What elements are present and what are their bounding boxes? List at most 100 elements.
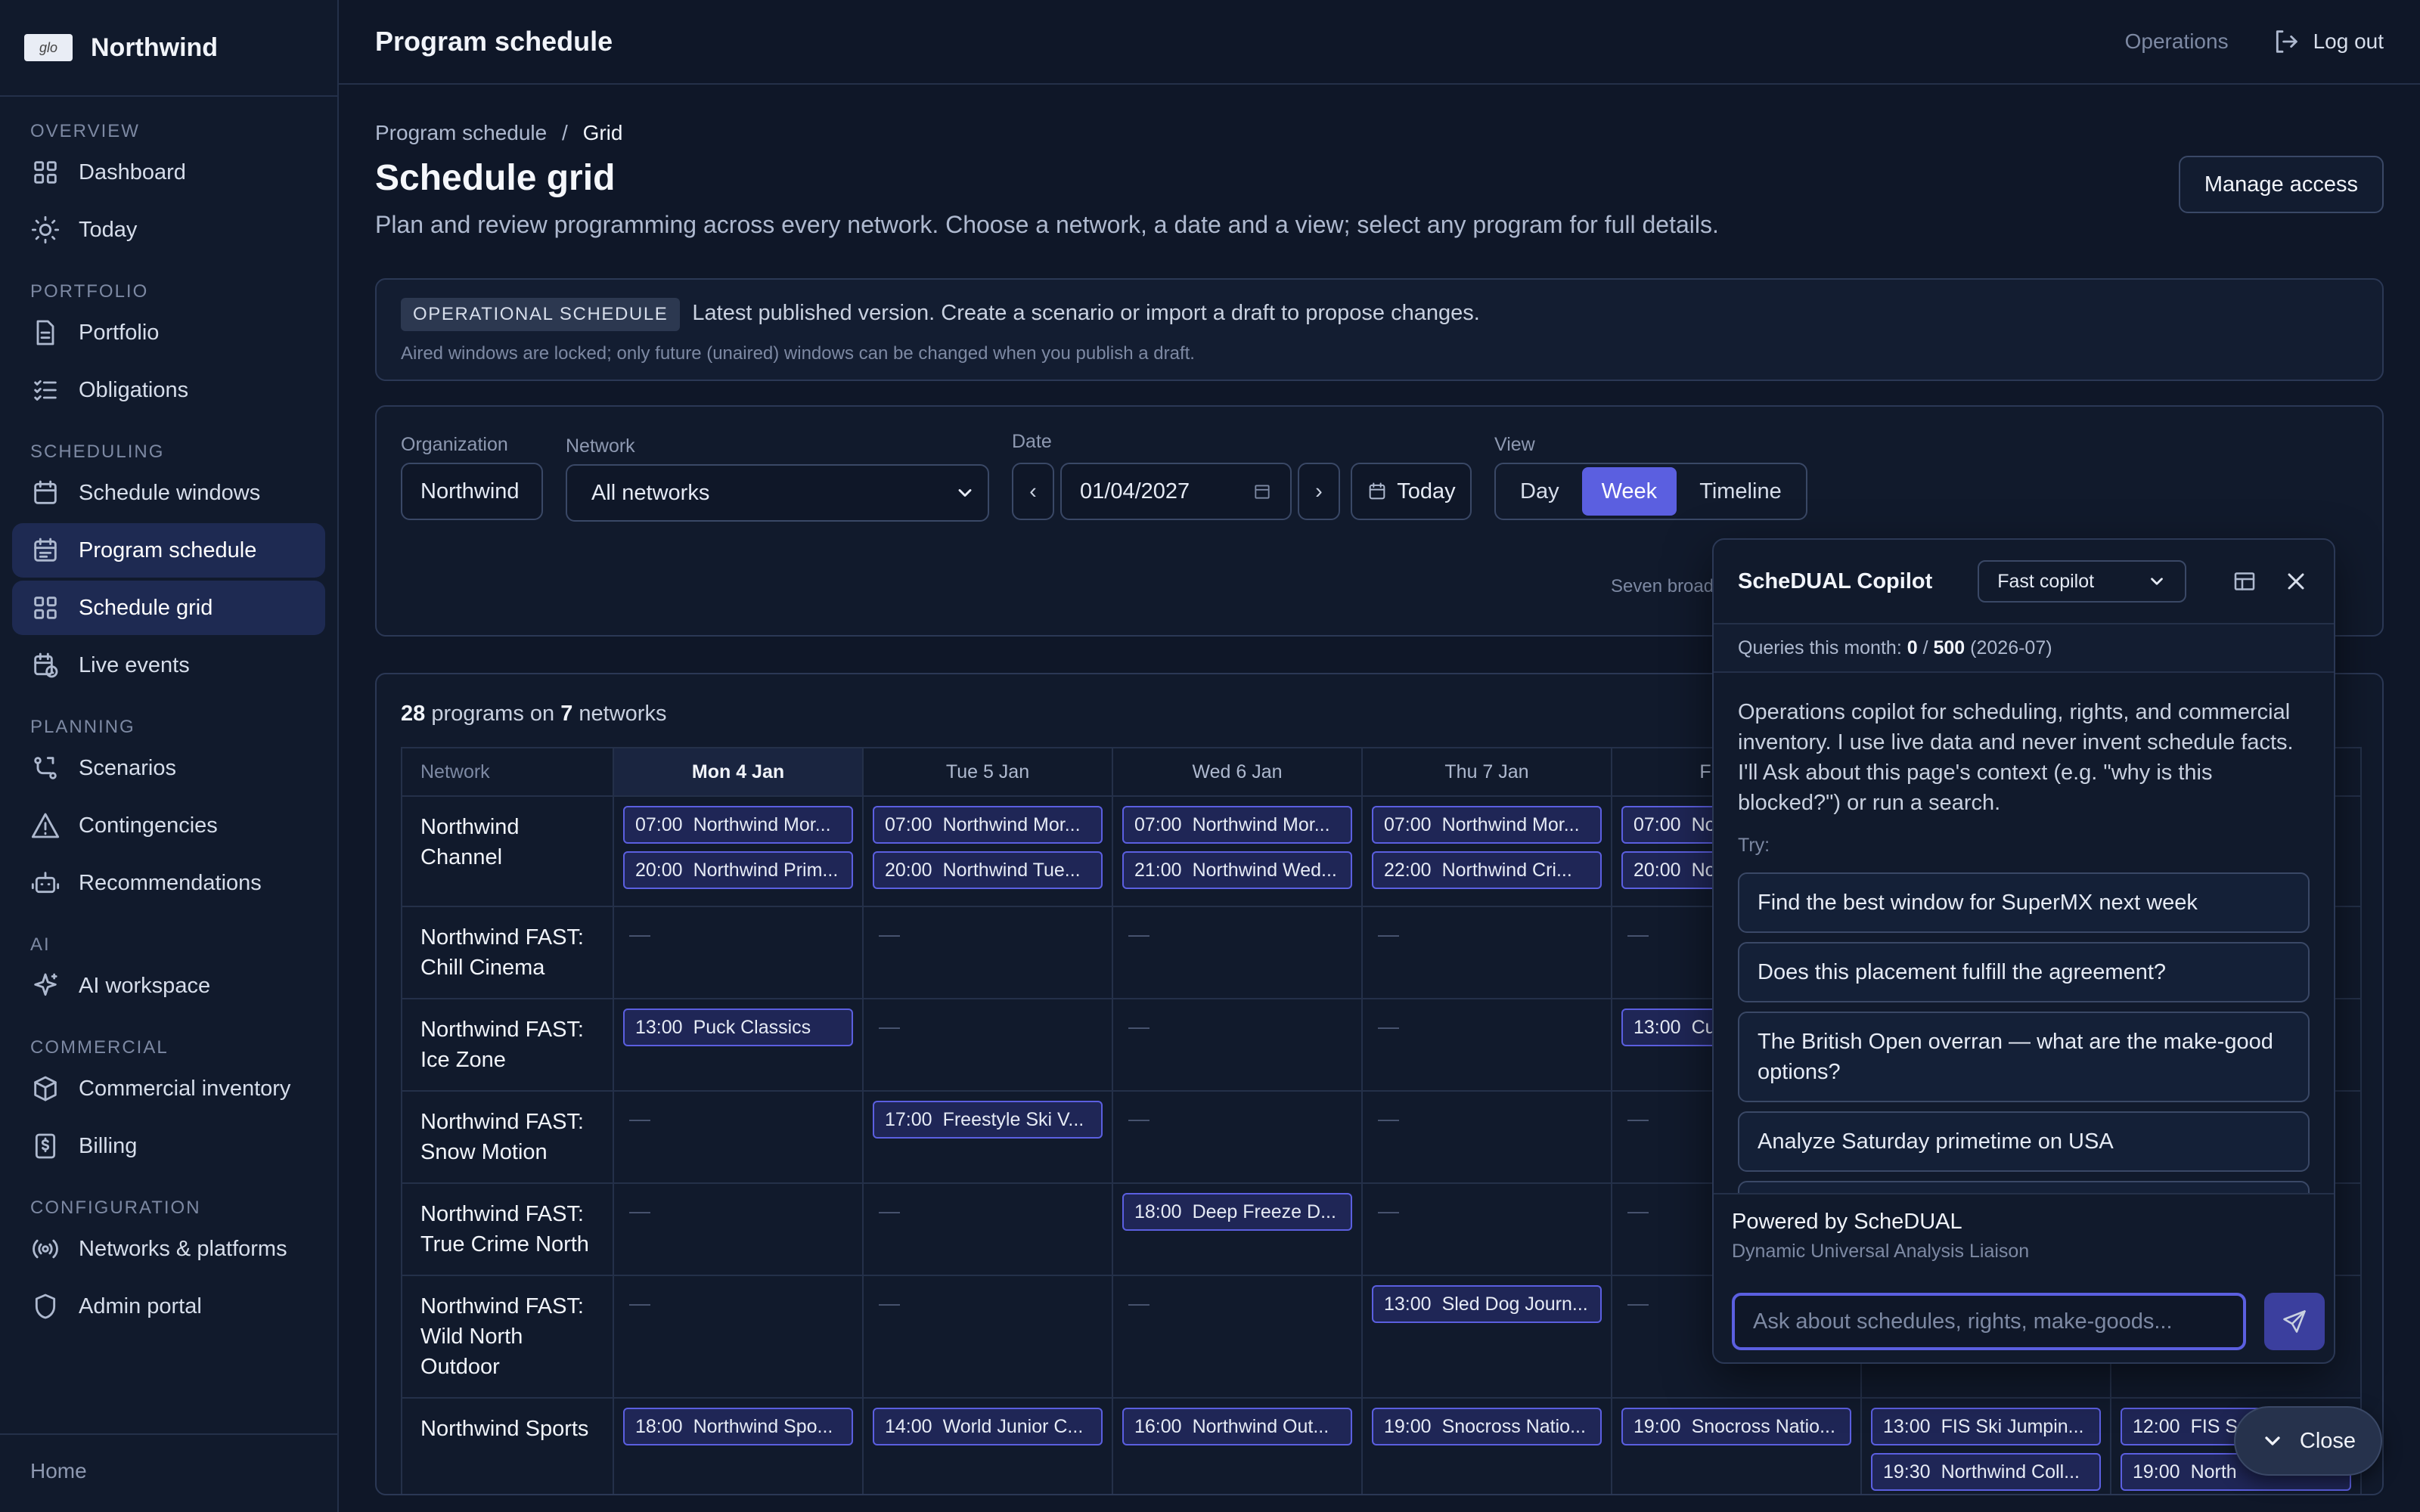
copilot-messages[interactable]: Operations copilot for scheduling, right… — [1714, 673, 2334, 1194]
next-date-button[interactable]: › — [1298, 463, 1340, 520]
grid-cell[interactable]: — — [862, 1182, 1113, 1276]
grid-summary: 28 programs on 7 networks — [401, 702, 666, 727]
program-chip[interactable]: 18:00 Northwind Spo... — [623, 1408, 853, 1445]
sidebar-item-contingencies[interactable]: Contingencies — [12, 798, 325, 853]
grid-cell[interactable]: — — [613, 1275, 864, 1399]
grid-day-header[interactable]: Wed 6 Jan — [1112, 747, 1363, 797]
sidebar-item-admin-portal[interactable]: Admin portal — [12, 1279, 325, 1334]
grid-cell[interactable]: — — [1112, 906, 1363, 999]
grid-cell[interactable]: 17:00 Freestyle Ski V... — [862, 1090, 1113, 1184]
grid-cell[interactable]: — — [862, 998, 1113, 1092]
network-select[interactable]: All networks — [566, 464, 989, 522]
manage-access-button[interactable]: Manage access — [2178, 156, 2384, 213]
copilot-model-select[interactable]: Fast copilot — [1978, 560, 2187, 603]
sidebar-item-portfolio[interactable]: Portfolio — [12, 305, 325, 360]
grid-cell[interactable]: — — [1361, 998, 1612, 1092]
sidebar-item-dashboard[interactable]: Dashboard — [12, 145, 325, 200]
grid-day-header[interactable]: Thu 7 Jan — [1361, 747, 1612, 797]
date-input[interactable]: 01/04/2027 — [1060, 463, 1292, 520]
program-chip[interactable]: 14:00 World Junior C... — [873, 1408, 1103, 1445]
program-chip[interactable]: 07:00 Northwind Mor... — [873, 806, 1103, 844]
sidebar-item-schedule-windows[interactable]: Schedule windows — [12, 466, 325, 520]
grid-day-header[interactable]: Tue 5 Jan — [862, 747, 1113, 797]
program-chip[interactable]: 20:00 Northwind Tue... — [873, 851, 1103, 889]
program-chip[interactable]: 07:00 Northwind Mor... — [1122, 806, 1352, 844]
grid-cell[interactable]: 14:00 World Junior C... — [862, 1397, 1113, 1494]
program-chip[interactable]: 16:00 Northwind Out... — [1122, 1408, 1352, 1445]
program-chip[interactable]: 13:00 Sled Dog Journ... — [1372, 1285, 1602, 1323]
prev-date-button[interactable]: ‹ — [1012, 463, 1054, 520]
grid-cell[interactable]: — — [1361, 1182, 1612, 1276]
grid-cell[interactable]: — — [613, 1182, 864, 1276]
grid-cell[interactable]: 07:00 Northwind Mor... 20:00 Northwind Prim… — [613, 795, 864, 907]
grid-cell[interactable]: — — [613, 906, 864, 999]
sidebar-item-commercial-inventory[interactable]: Commercial inventory — [12, 1061, 325, 1116]
suggestion-button[interactable]: Find the best window for SuperMX next we… — [1738, 872, 2310, 933]
grid-cell[interactable]: 13:00 Puck Classics — [613, 998, 864, 1092]
breadcrumb-parent[interactable]: Program schedule — [375, 121, 547, 144]
program-chip[interactable]: 13:00 FIS Ski Jumpin... — [1871, 1408, 2101, 1445]
sidebar-item-networks-platforms[interactable]: Networks & platforms — [12, 1222, 325, 1276]
grid-cell[interactable]: 19:00 Snocross Natio... — [1361, 1397, 1612, 1494]
program-title: Northwind Coll... — [1941, 1461, 2080, 1483]
empty-cell-marker: — — [1378, 1199, 1399, 1222]
program-time: 18:00 — [1134, 1201, 1182, 1222]
sidebar-item-scenarios[interactable]: Scenarios — [12, 741, 325, 795]
grid-cell[interactable]: 13:00 FIS Ski Jumpin... 19:30 Northwind Col… — [1860, 1397, 2111, 1494]
program-chip[interactable]: 13:00 Puck Classics — [623, 1009, 853, 1046]
view-week-button[interactable]: Week — [1581, 467, 1677, 516]
program-chip[interactable]: 19:00 Snocross Natio... — [1621, 1408, 1851, 1445]
grid-cell[interactable]: — — [613, 1090, 864, 1184]
program-chip[interactable]: 18:00 Deep Freeze D... — [1122, 1193, 1352, 1231]
sidebar-item-live-events[interactable]: Live events — [12, 638, 325, 692]
program-chip[interactable]: 21:00 Northwind Wed... — [1122, 851, 1352, 889]
grid-cell[interactable]: — — [862, 1275, 1113, 1399]
today-button[interactable]: Today — [1351, 463, 1472, 520]
sidebar-item-ai-workspace[interactable]: AI workspace — [12, 959, 325, 1013]
grid-cell[interactable]: 07:00 Northwind Mor... 21:00 Northwind Wed.… — [1112, 795, 1363, 907]
send-button[interactable] — [2264, 1293, 2325, 1350]
sidebar-item-billing[interactable]: Billing — [12, 1119, 325, 1173]
suggestion-button[interactable]: Analyze Saturday primetime on USA — [1738, 1111, 2310, 1172]
grid-cell[interactable]: 16:00 Northwind Out... — [1112, 1397, 1363, 1494]
copilot-input[interactable]: Ask about schedules, rights, make-goods.… — [1732, 1293, 2246, 1350]
grid-cell[interactable]: — — [1112, 1090, 1363, 1184]
sidebar-footer-home[interactable]: Home — [0, 1433, 337, 1512]
brand[interactable]: glo Northwind — [0, 0, 337, 97]
sidebar-item-obligations[interactable]: Obligations — [12, 363, 325, 417]
program-chip[interactable]: 07:00 Northwind Mor... — [623, 806, 853, 844]
grid-cell[interactable]: 13:00 Sled Dog Journ... — [1361, 1275, 1612, 1399]
program-chip[interactable]: 19:30 Northwind Coll... — [1871, 1453, 2101, 1491]
suggestion-button[interactable]: Does this placement fulfill the agreemen… — [1738, 942, 2310, 1002]
view-timeline-button[interactable]: Timeline — [1680, 467, 1801, 516]
program-time: 13:00 — [635, 1016, 683, 1038]
expand-panel-icon[interactable] — [2231, 568, 2258, 595]
program-chip[interactable]: 17:00 Freestyle Ski V... — [873, 1101, 1103, 1139]
organization-field[interactable]: Northwind — [401, 463, 543, 520]
grid-day-header[interactable]: Mon 4 Jan — [613, 747, 864, 797]
grid-cell[interactable]: 07:00 Northwind Mor... 22:00 Northwind Cri.… — [1361, 795, 1612, 907]
program-chip[interactable]: 22:00 Northwind Cri... — [1372, 851, 1602, 889]
sidebar-item-recommendations[interactable]: Recommendations — [12, 856, 325, 910]
view-day-button[interactable]: Day — [1500, 467, 1579, 516]
close-copilot-button[interactable]: Close — [2234, 1406, 2382, 1476]
program-chip[interactable]: 07:00 Northwind Mor... — [1372, 806, 1602, 844]
grid-cell[interactable]: — — [1361, 1090, 1612, 1184]
sidebar-item-today[interactable]: Today — [12, 203, 325, 257]
program-chip[interactable]: 19:00 Snocross Natio... — [1372, 1408, 1602, 1445]
sidebar-item-program-schedule[interactable]: Program schedule — [12, 523, 325, 578]
grid-cell[interactable]: — — [1112, 1275, 1363, 1399]
grid-cell[interactable]: 18:00 Deep Freeze D... — [1112, 1182, 1363, 1276]
operations-link[interactable]: Operations — [2125, 29, 2229, 54]
suggestion-button[interactable]: The British Open overran — what are the … — [1738, 1012, 2310, 1102]
program-chip[interactable]: 20:00 Northwind Prim... — [623, 851, 853, 889]
grid-cell[interactable]: 18:00 Northwind Spo... — [613, 1397, 864, 1494]
logout-button[interactable]: Log out — [2271, 26, 2384, 57]
grid-cell[interactable]: — — [862, 906, 1113, 999]
sidebar-item-schedule-grid[interactable]: Schedule grid — [12, 581, 325, 635]
grid-cell[interactable]: — — [1361, 906, 1612, 999]
close-icon[interactable] — [2282, 568, 2310, 595]
grid-cell[interactable]: 19:00 Snocross Natio... — [1611, 1397, 1862, 1494]
grid-cell[interactable]: 07:00 Northwind Mor... 20:00 Northwind Tue.… — [862, 795, 1113, 907]
grid-cell[interactable]: — — [1112, 998, 1363, 1092]
